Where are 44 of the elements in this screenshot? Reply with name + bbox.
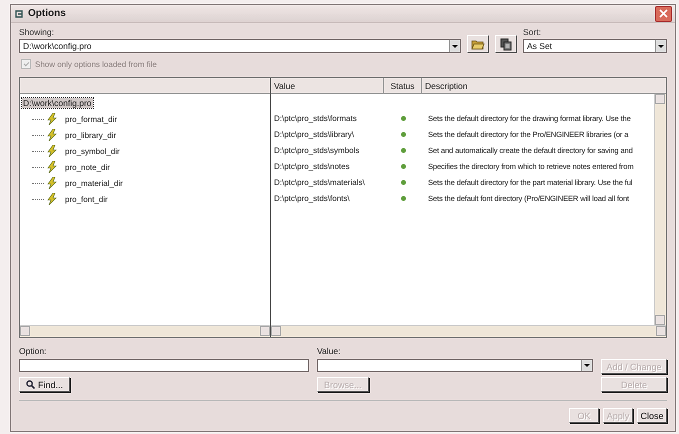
field-label: Value: (317, 346, 342, 356)
window-title: Options (28, 8, 66, 19)
tree-item[interactable]: pro_font_dir (65, 194, 108, 204)
close-button[interactable]: Close (637, 408, 667, 423)
find-button[interactable]: Find... (19, 377, 70, 392)
tree-item[interactable]: pro_material_dir (65, 178, 123, 188)
field-label: Option: (19, 346, 48, 356)
stacked-documents-icon (500, 38, 512, 50)
column-header[interactable]: Description (422, 78, 666, 93)
table-cell-text: D:\ptc\pro_stds\fonts\ (273, 194, 351, 202)
column-header[interactable]: Value (271, 78, 384, 93)
sort-dropdown[interactable]: As Set (523, 39, 667, 53)
search-icon (26, 380, 35, 389)
lightning-icon (47, 161, 57, 173)
open-folder-button[interactable] (467, 35, 489, 53)
lightning-icon (47, 113, 57, 125)
tree-item[interactable]: pro_library_dir (65, 130, 116, 140)
file-dropdown[interactable]: D:\work\config.pro (19, 39, 461, 53)
column-header[interactable]: Status (384, 78, 422, 93)
option-input-field[interactable] (19, 359, 309, 372)
lightning-icon (47, 145, 57, 157)
horizontal-scrollbar[interactable] (20, 325, 270, 337)
field-label: Sort: (523, 27, 542, 37)
tree-item[interactable]: pro_symbol_dir (65, 146, 120, 156)
tree-item[interactable]: pro_note_dir (65, 162, 110, 172)
tree-root-item[interactable]: D:\work\config.pro (22, 98, 92, 108)
horizontal-scrollbar[interactable] (271, 325, 666, 337)
lightning-icon (47, 177, 57, 189)
checkbox-label: Show only options loaded from file (35, 60, 157, 68)
table-cell-text: D:\ptc\pro_stds\library\ (273, 130, 356, 138)
lightning-icon (47, 129, 57, 141)
open-folder-icon (471, 38, 485, 50)
table-cell-text: D:\ptc\pro_stds\notes (273, 162, 351, 170)
value-dropdown[interactable] (317, 359, 593, 372)
table-cell-text: D:\ptc\pro_stds\formats (273, 114, 358, 122)
save-button[interactable] (495, 35, 517, 53)
field-label: Showing: (19, 27, 55, 37)
tree-item[interactable]: pro_format_dir (65, 114, 118, 124)
table-cell-text: D:\ptc\pro_stds\symbols (273, 146, 360, 154)
app-icon (14, 8, 24, 18)
close-icon[interactable] (655, 6, 672, 22)
lightning-icon (47, 193, 57, 205)
vertical-scrollbar[interactable] (654, 94, 666, 325)
table-cell-text: D:\ptc\pro_stds\materials\ (273, 178, 366, 186)
